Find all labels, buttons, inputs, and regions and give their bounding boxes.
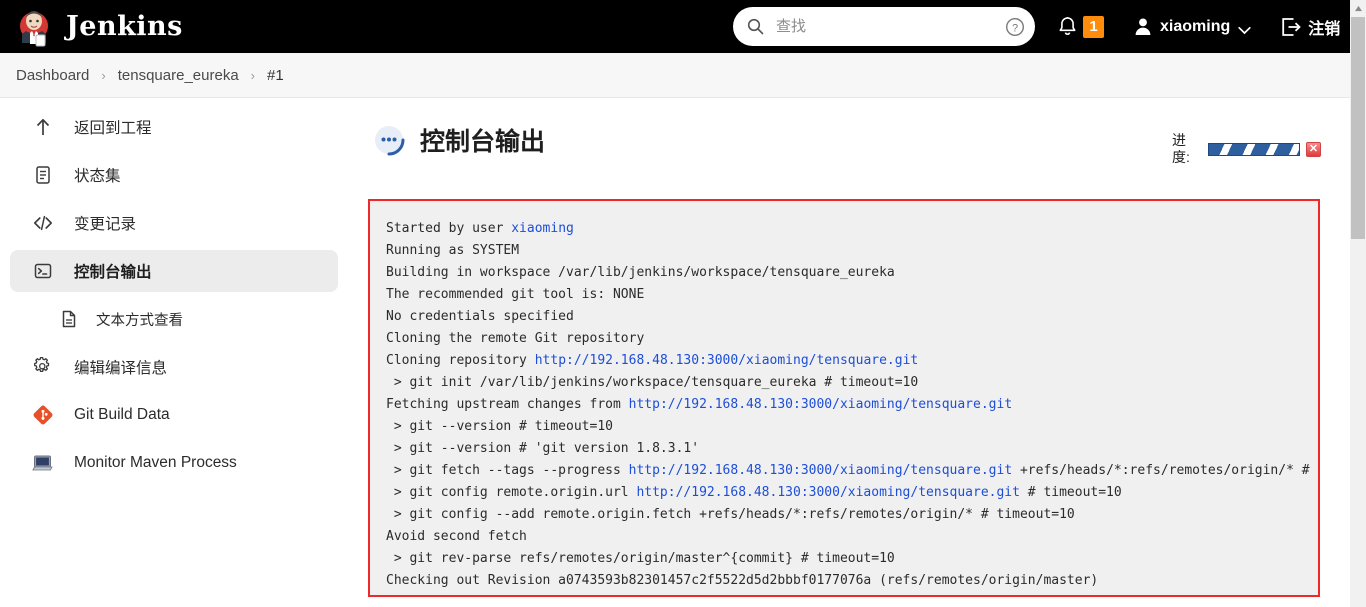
search-icon bbox=[747, 18, 764, 35]
console-text: Started by user bbox=[386, 221, 512, 236]
monitor-icon bbox=[32, 452, 54, 474]
console-text: +refs/heads/*:refs/remotes/origin/* # ti… bbox=[1019, 463, 1318, 478]
sidebar-item-label: 返回到工程 bbox=[74, 120, 152, 137]
terminal-icon bbox=[32, 260, 54, 282]
jenkins-brand[interactable]: Jenkins bbox=[14, 7, 183, 47]
scrollbar-thumb[interactable] bbox=[1351, 17, 1365, 239]
breadcrumb-item-build[interactable]: #1 bbox=[267, 67, 284, 84]
progress-bar bbox=[1208, 142, 1300, 156]
logout-label: 注销 bbox=[1308, 20, 1341, 38]
git-icon bbox=[32, 404, 54, 426]
file-text-icon bbox=[58, 308, 80, 330]
progress-label: 进度: bbox=[1172, 132, 1190, 165]
console-text: > git --version # timeout=10 bbox=[386, 419, 613, 434]
console-text: Building in workspace /var/lib/jenkins/w… bbox=[386, 265, 895, 280]
sidebar-item-status[interactable]: 状态集 bbox=[10, 154, 338, 196]
svg-text:?: ? bbox=[1012, 22, 1018, 34]
sidebar-item-label: 编辑编译信息 bbox=[74, 360, 168, 377]
console-text: > git config core.sparsecheckout # timeo… bbox=[386, 595, 746, 597]
sidebar-item-console-output[interactable]: 控制台输出 bbox=[10, 250, 338, 292]
user-name-label: xiaoming bbox=[1160, 17, 1231, 35]
console-text: > git --version # 'git version 1.8.3.1' bbox=[386, 441, 700, 456]
sidebar-item-git-build-data[interactable]: Git Build Data bbox=[10, 394, 338, 436]
build-progress: 进度: ✕ bbox=[1172, 132, 1321, 166]
scroll-up-arrow-icon[interactable] bbox=[1350, 0, 1366, 17]
console-output-highlight-box: Started by user xiaoming Running as SYST… bbox=[368, 199, 1320, 597]
logout-icon bbox=[1281, 17, 1302, 37]
top-header: Jenkins ? 1 bbox=[0, 0, 1350, 53]
sidebar-item-label: 文本方式查看 bbox=[96, 312, 183, 329]
sidebar-item-view-as-plain-text[interactable]: 文本方式查看 bbox=[10, 298, 338, 340]
code-icon bbox=[32, 212, 54, 234]
console-link[interactable]: xiaoming bbox=[511, 221, 574, 236]
breadcrumb: Dashboard › tensquare_eureka › #1 bbox=[0, 53, 1350, 98]
sidebar-item-monitor-maven-process[interactable]: Monitor Maven Process bbox=[10, 442, 338, 484]
sidebar-item-label: Git Build Data bbox=[74, 406, 170, 423]
console-text: Running as SYSTEM bbox=[386, 243, 520, 258]
console-output-panel[interactable]: Started by user xiaoming Running as SYST… bbox=[370, 201, 1318, 595]
breadcrumb-separator: › bbox=[101, 67, 106, 83]
console-link[interactable]: http://192.168.48.130:3000/xiaoming/tens… bbox=[636, 485, 1020, 500]
console-text: Cloning the remote Git repository bbox=[386, 331, 645, 346]
console-text: > git fetch --tags --progress bbox=[386, 463, 629, 478]
console-text: > git rev-parse refs/remotes/origin/mast… bbox=[386, 551, 895, 566]
console-text: > git config remote.origin.url bbox=[386, 485, 637, 500]
sidebar-item-back-to-project[interactable]: 返回到工程 bbox=[10, 106, 338, 148]
gear-icon bbox=[32, 356, 54, 378]
user-menu-button[interactable]: xiaoming bbox=[1130, 17, 1255, 36]
console-dots-icon bbox=[372, 123, 406, 157]
console-text: The recommended git tool is: NONE bbox=[386, 287, 645, 302]
search-box[interactable]: ? bbox=[733, 7, 1035, 46]
search-input[interactable] bbox=[774, 17, 1005, 36]
logout-button[interactable]: 注销 bbox=[1277, 15, 1344, 39]
console-link[interactable]: http://192.168.48.130:3000/xiaoming/tens… bbox=[629, 397, 1013, 412]
sidebar-item-changes[interactable]: 变更记录 bbox=[10, 202, 338, 244]
notification-count-badge: 1 bbox=[1083, 15, 1104, 38]
console-text: Checking out Revision a0743593b82301457c… bbox=[386, 573, 1099, 588]
breadcrumb-separator: › bbox=[250, 67, 256, 83]
sidebar-item-label: 变更记录 bbox=[74, 216, 137, 233]
console-output-text: Started by user xiaoming Running as SYST… bbox=[386, 218, 1318, 597]
sidebar-item-label: Monitor Maven Process bbox=[74, 454, 237, 471]
header-right-controls: 1 xiaoming 注销 bbox=[1052, 0, 1344, 53]
page-scrollbar[interactable] bbox=[1350, 0, 1366, 607]
help-circle-icon[interactable]: ? bbox=[1005, 17, 1025, 37]
bell-icon bbox=[1058, 16, 1077, 37]
sidebar: 返回到工程 状态集 变更记录 控制台输出 文本方式查看 编辑编译信息 Git B… bbox=[0, 106, 348, 490]
person-icon bbox=[1134, 17, 1152, 36]
sidebar-item-label: 状态集 bbox=[74, 168, 121, 185]
notifications-button[interactable]: 1 bbox=[1052, 15, 1110, 38]
page-title: 控制台输出 bbox=[420, 128, 546, 156]
console-link[interactable]: http://192.168.48.130:3000/xiaoming/tens… bbox=[629, 463, 1013, 478]
console-text: # timeout=10 bbox=[1019, 485, 1122, 500]
stop-build-button[interactable]: ✕ bbox=[1306, 141, 1321, 157]
console-text: Cloning repository bbox=[386, 353, 535, 368]
sidebar-item-edit-build-information[interactable]: 编辑编译信息 bbox=[10, 346, 338, 388]
document-icon bbox=[32, 164, 54, 186]
console-text: No credentials specified bbox=[386, 309, 574, 324]
arrow-up-icon bbox=[32, 116, 54, 138]
chevron-down-icon bbox=[1238, 22, 1251, 35]
console-text: Avoid second fetch bbox=[386, 529, 527, 544]
jenkins-butler-logo-icon bbox=[14, 7, 54, 47]
brand-title: Jenkins bbox=[66, 11, 183, 42]
console-text: > git init /var/lib/jenkins/workspace/te… bbox=[386, 375, 919, 390]
breadcrumb-item-job[interactable]: tensquare_eureka bbox=[118, 67, 239, 84]
console-link[interactable]: http://192.168.48.130:3000/xiaoming/tens… bbox=[535, 353, 919, 368]
sidebar-item-label: 控制台输出 bbox=[74, 264, 152, 281]
breadcrumb-item-dashboard[interactable]: Dashboard bbox=[16, 67, 89, 84]
console-text: Fetching upstream changes from bbox=[386, 397, 629, 412]
console-text: > git config --add remote.origin.fetch +… bbox=[386, 507, 1075, 522]
